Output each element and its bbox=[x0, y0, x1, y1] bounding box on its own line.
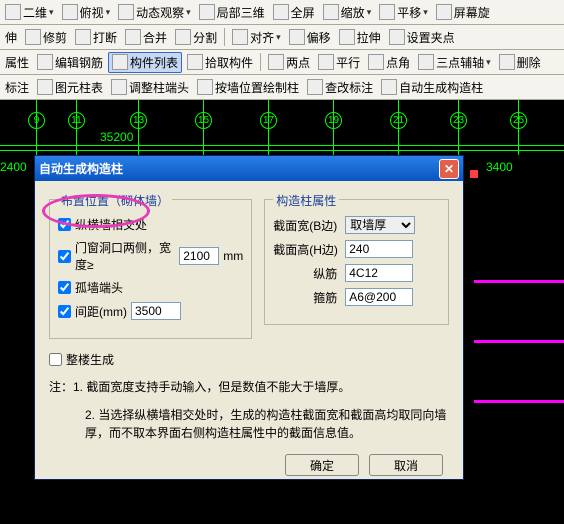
tool-pan[interactable]: 平移▾ bbox=[376, 3, 431, 22]
tool-autogencol[interactable]: 自动生成构造柱 bbox=[378, 78, 486, 97]
tool-parallel[interactable]: 平行 bbox=[315, 53, 363, 72]
tool-offset[interactable]: 偏移 bbox=[286, 28, 334, 47]
tool-delete[interactable]: 删除 bbox=[496, 53, 544, 72]
tool-annotate[interactable]: 标注 bbox=[2, 78, 32, 97]
toolbar-row-4: 标注 图元柱表 调整柱端头 按墙位置绘制柱 查改标注 自动生成构造柱 bbox=[0, 75, 564, 100]
lbl-longbar: 纵筋 bbox=[273, 265, 341, 282]
select-secw[interactable]: 取墙厚 bbox=[345, 216, 415, 234]
tool-align[interactable]: 对齐▾ bbox=[229, 28, 284, 47]
tool-join[interactable]: 合并 bbox=[122, 28, 170, 47]
lbl-wholefloor: 整楼生成 bbox=[66, 351, 114, 368]
bottom-dimensions: 3300 3300 3600 3600 3600 3400 3400 1200 bbox=[0, 492, 564, 524]
lbl-secw: 截面宽(B边) bbox=[273, 217, 341, 234]
lbl-crosswall: 纵横墙相交处 bbox=[75, 216, 147, 233]
chk-opening[interactable] bbox=[58, 250, 71, 263]
dialog-autogen-column: 自动生成构造柱 ✕ 布置位置（砌体墙） 纵横墙相交处 门窗洞口两侧，宽度≥ mm bbox=[34, 155, 464, 480]
lbl-stirrup: 箍筋 bbox=[273, 289, 341, 306]
tool-2d[interactable]: 二维▾ bbox=[2, 3, 57, 22]
toolbar-row-1: 二维▾ 俯视▾ 动态观察▾ 局部三维 全屏 缩放▾ 平移▾ 屏幕旋 bbox=[0, 0, 564, 25]
chk-wholefloor[interactable] bbox=[49, 353, 62, 366]
lbl-opening: 门窗洞口两侧，宽度≥ bbox=[75, 239, 175, 273]
tool-local3d[interactable]: 局部三维 bbox=[196, 3, 268, 22]
tool-split[interactable]: 分割 bbox=[172, 28, 220, 47]
fieldset-position: 布置位置（砌体墙） 纵横墙相交处 门窗洞口两侧，宽度≥ mm 孤墙端头 bbox=[49, 199, 252, 339]
dim-total: 35200 bbox=[100, 130, 133, 144]
cancel-button[interactable]: 取消 bbox=[369, 454, 443, 476]
lbl-spacing: 间距(mm) bbox=[75, 303, 127, 320]
note-2: 2. 当选择纵横墙相交处时，生成的构造柱截面宽和截面高均取同向墙厚，而不取本界面… bbox=[49, 406, 449, 442]
tool-orbit[interactable]: 动态观察▾ bbox=[115, 3, 194, 22]
tool-ptangle[interactable]: 点角 bbox=[365, 53, 413, 72]
tool-trim[interactable]: 修剪 bbox=[22, 28, 70, 47]
dim-left: 2400 bbox=[0, 160, 27, 174]
input-stirrup[interactable] bbox=[345, 288, 413, 306]
legend-left: 布置位置（砌体墙） bbox=[58, 192, 172, 209]
dialog-title-text: 自动生成构造柱 bbox=[39, 160, 123, 177]
tool-checkannot[interactable]: 查改标注 bbox=[304, 78, 376, 97]
lbl-sech: 截面高(H边) bbox=[273, 241, 341, 258]
fieldset-colprops: 构造柱属性 截面宽(B边) 取墙厚 截面高(H边) 纵筋 箍筋 bbox=[264, 199, 449, 325]
dim-right: 3400 bbox=[486, 160, 513, 174]
tool-props[interactable]: 属性 bbox=[2, 53, 32, 72]
dialog-titlebar[interactable]: 自动生成构造柱 ✕ bbox=[35, 156, 463, 181]
lbl-isolated: 孤墙端头 bbox=[75, 279, 123, 296]
tool-break[interactable]: 打断 bbox=[72, 28, 120, 47]
tool-coltable[interactable]: 图元柱表 bbox=[34, 78, 106, 97]
tool-pick[interactable]: 拾取构件 bbox=[184, 53, 256, 72]
chk-spacing[interactable] bbox=[58, 305, 71, 318]
tool-topview[interactable]: 俯视▾ bbox=[59, 3, 114, 22]
toolbar-row-2: 伸 修剪 打断 合并 分割 对齐▾ 偏移 拉伸 设置夹点 bbox=[0, 25, 564, 50]
tool-grip[interactable]: 设置夹点 bbox=[386, 28, 458, 47]
tool-adjustcolend[interactable]: 调整柱端头 bbox=[108, 78, 192, 97]
close-icon[interactable]: ✕ bbox=[439, 159, 459, 179]
lbl-mm: mm bbox=[223, 249, 243, 263]
tool-screenrot[interactable]: 屏幕旋 bbox=[433, 3, 493, 22]
tool-componentlist[interactable]: 构件列表 bbox=[108, 52, 182, 73]
tool-extend[interactable]: 伸 bbox=[2, 28, 20, 47]
tool-fullscreen[interactable]: 全屏 bbox=[270, 3, 318, 22]
toolbar-row-3: 属性 编辑钢筋 构件列表 拾取构件 两点 平行 点角 三点辅轴▾ 删除 bbox=[0, 50, 564, 75]
tool-editrebar[interactable]: 编辑钢筋 bbox=[34, 53, 106, 72]
legend-right: 构造柱属性 bbox=[273, 192, 339, 209]
input-sech[interactable] bbox=[345, 240, 413, 258]
tool-zoom[interactable]: 缩放▾ bbox=[320, 3, 375, 22]
input-longbar[interactable] bbox=[345, 264, 413, 282]
tool-2pt[interactable]: 两点 bbox=[265, 53, 313, 72]
ok-button[interactable]: 确定 bbox=[285, 454, 359, 476]
chk-isolatedwall[interactable] bbox=[58, 281, 71, 294]
chk-crosswall[interactable] bbox=[58, 218, 71, 231]
tool-drawcolbywall[interactable]: 按墙位置绘制柱 bbox=[194, 78, 302, 97]
note-1: 注：1. 截面宽度支持手动输入，但是数值不能大于墙厚。 bbox=[49, 378, 449, 396]
tool-stretch[interactable]: 拉伸 bbox=[336, 28, 384, 47]
input-spacing[interactable] bbox=[131, 302, 181, 320]
input-opening-width[interactable] bbox=[179, 247, 219, 265]
tool-3ptaxis[interactable]: 三点辅轴▾ bbox=[415, 53, 494, 72]
